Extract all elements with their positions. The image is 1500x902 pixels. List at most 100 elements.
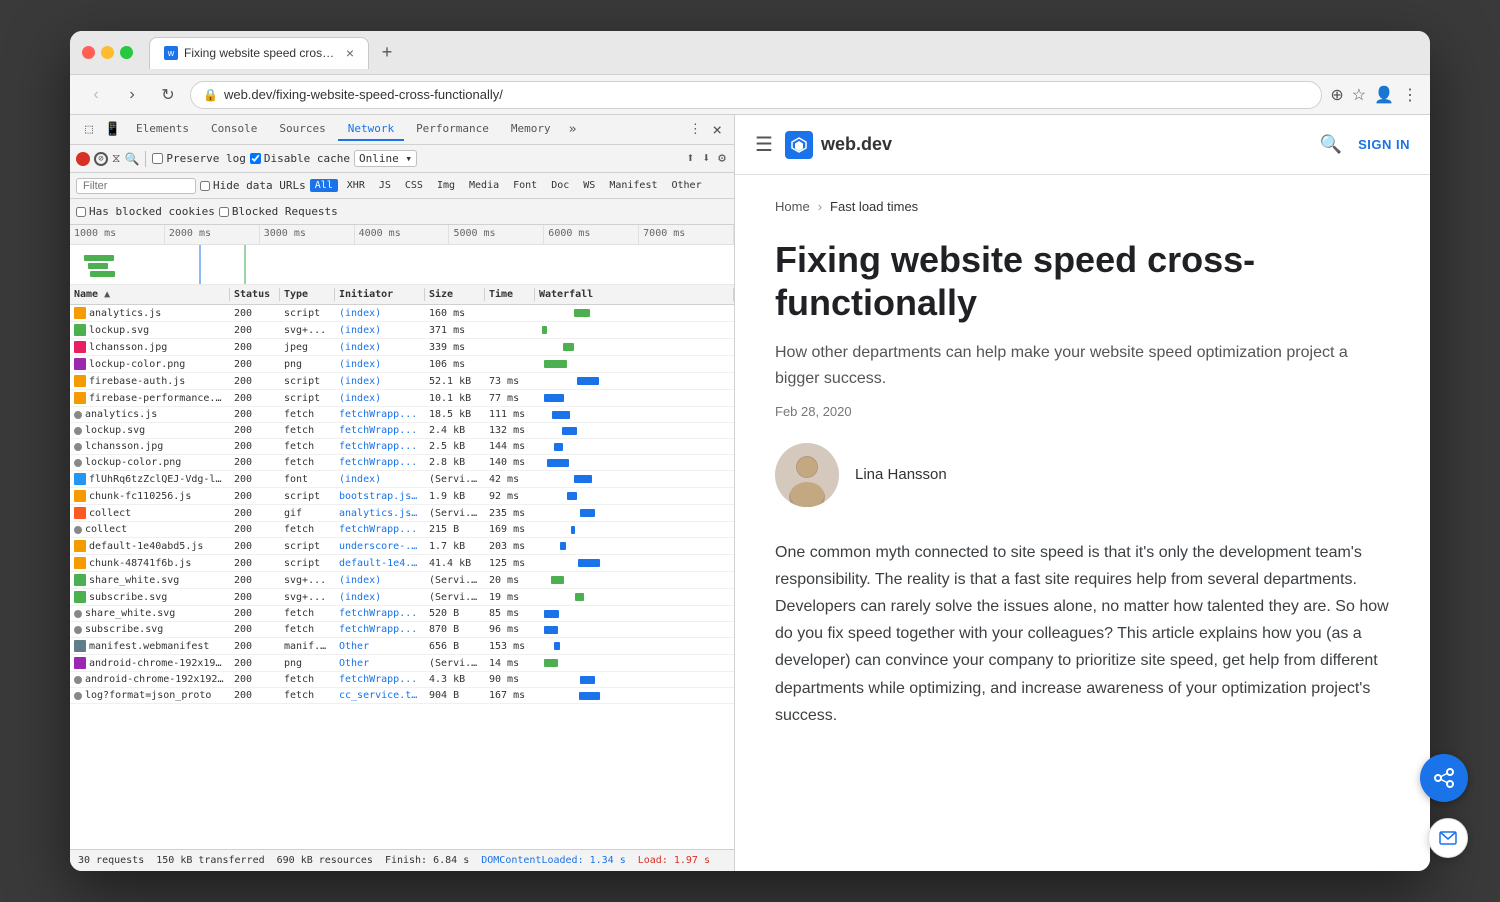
table-row[interactable]: android-chrome-192x192... 200 fetch fetc… [70,672,734,688]
back-button[interactable]: ‹ [82,81,110,109]
menu-icon[interactable]: ⋮ [1402,85,1418,105]
table-row[interactable]: chunk-48741f6b.js 200 script default-1e4… [70,555,734,572]
table-row[interactable]: subscribe.svg 200 svg+... (index) (Servi… [70,589,734,606]
search-icon[interactable]: 🔍 [1320,134,1342,155]
export-icon[interactable]: ⬇ [700,149,712,168]
cell-initiator: (index) [335,357,425,372]
hide-data-urls-input[interactable] [200,181,210,191]
col-size[interactable]: Size [425,288,485,301]
cell-status: 200 [230,522,280,537]
bookmark-icon[interactable]: ☆ [1352,85,1366,105]
devtools-menu-icon[interactable]: ⋮ [684,119,706,141]
settings-icon[interactable]: ⚙ [716,149,728,168]
cell-size: 904 B [425,688,485,703]
share-fab-button[interactable] [1420,754,1430,802]
sign-in-button[interactable]: SIGN IN [1358,137,1410,152]
filter-ws[interactable]: WS [578,179,600,192]
table-row[interactable]: lockup-color.png 200 png (index) 106 ms [70,356,734,373]
tab-memory[interactable]: Memory [501,118,561,141]
minimize-button[interactable] [101,46,114,59]
table-row[interactable]: collect 200 fetch fetchWrapp... 215 B 16… [70,522,734,538]
disable-cache-checkbox[interactable]: Disable cache [250,152,350,165]
col-time[interactable]: Time [485,288,535,301]
site-logo[interactable]: web.dev [785,131,892,159]
table-row[interactable]: firebase-performance.js 200 script (inde… [70,390,734,407]
col-name[interactable]: Name ▲ [70,288,230,301]
filter-font[interactable]: Font [508,179,542,192]
blocked-cookies-checkbox[interactable]: Has blocked cookies [76,205,215,218]
device-toolbar-icon[interactable]: 📱 [102,119,124,141]
table-row[interactable]: share_white.svg 200 fetch fetchWrapp... … [70,606,734,622]
table-row[interactable]: collect 200 gif analytics.js:36 (Servi..… [70,505,734,522]
table-row[interactable]: lockup.svg 200 fetch fetchWrapp... 2.4 k… [70,423,734,439]
inspect-element-icon[interactable]: ⬚ [78,119,100,141]
search-icon[interactable]: 🔍 [124,152,139,166]
table-row[interactable]: log?format=json_proto 200 fetch cc_servi… [70,688,734,704]
table-row[interactable]: manifest.webmanifest 200 manif... Other … [70,638,734,655]
table-row[interactable]: chunk-fc110256.js 200 script bootstrap.j… [70,488,734,505]
filter-img[interactable]: Img [432,179,460,192]
table-row[interactable]: lockup-color.png 200 fetch fetchWrapp...… [70,455,734,471]
cast-icon[interactable]: ⊕ [1330,85,1343,105]
mail-fab-button[interactable] [1428,818,1430,858]
hamburger-menu-icon[interactable]: ☰ [755,132,773,157]
hide-data-urls-checkbox[interactable]: Hide data URLs [200,179,306,192]
table-row[interactable]: lchansson.jpg 200 fetch fetchWrapp... 2.… [70,439,734,455]
filter-input[interactable] [76,178,196,194]
tab-console[interactable]: Console [201,118,267,141]
filter-css[interactable]: CSS [400,179,428,192]
table-row[interactable]: android-chrome-192x192... 200 png Other … [70,655,734,672]
profile-icon[interactable]: 👤 [1374,85,1394,105]
cell-type: script [280,556,335,571]
table-row[interactable]: lockup.svg 200 svg+... (index) 371 ms [70,322,734,339]
table-row[interactable]: firebase-auth.js 200 script (index) 52.1… [70,373,734,390]
record-button[interactable] [76,152,90,166]
filter-icon[interactable]: ⧖ [112,151,120,166]
filter-doc[interactable]: Doc [546,179,574,192]
nav-right-buttons: ⊕ ☆ 👤 ⋮ [1330,85,1418,105]
preserve-log-input[interactable] [152,153,163,164]
table-row[interactable]: share_white.svg 200 svg+... (index) (Ser… [70,572,734,589]
clear-button[interactable]: ⊘ [94,152,108,166]
new-tab-button[interactable]: + [373,39,401,67]
tab-elements[interactable]: Elements [126,118,199,141]
more-tabs-button[interactable]: » [563,118,583,141]
throttling-dropdown[interactable]: Online ▾ [354,150,417,167]
filter-other[interactable]: Other [667,179,707,192]
blocked-requests-checkbox[interactable]: Blocked Requests [219,205,338,218]
table-row[interactable]: analytics.js 200 script (index) 160 ms [70,305,734,322]
table-row[interactable]: lchansson.jpg 200 jpeg (index) 339 ms [70,339,734,356]
refresh-button[interactable]: ↻ [154,81,182,109]
col-waterfall[interactable]: Waterfall [535,288,734,301]
table-row[interactable]: flUhRq6tzZclQEJ-Vdg-lui... 200 font (ind… [70,471,734,488]
forward-button[interactable]: › [118,81,146,109]
filter-media[interactable]: Media [464,179,504,192]
cell-status: 200 [230,639,280,654]
tab-performance[interactable]: Performance [406,118,499,141]
table-row[interactable]: analytics.js 200 fetch fetchWrapp... 18.… [70,407,734,423]
tab-close-button[interactable]: × [346,46,354,60]
filter-manifest[interactable]: Manifest [604,179,662,192]
breadcrumb-home[interactable]: Home [775,199,810,214]
address-bar[interactable]: 🔒 web.dev/fixing-website-speed-cross-fun… [190,81,1322,109]
preserve-log-checkbox[interactable]: Preserve log [152,152,245,165]
table-row[interactable]: subscribe.svg 200 fetch fetchWrapp... 87… [70,622,734,638]
filter-js[interactable]: JS [374,179,396,192]
tab-sources[interactable]: Sources [269,118,335,141]
active-tab[interactable]: w Fixing website speed cross-fu... × [149,37,369,69]
close-button[interactable] [82,46,95,59]
maximize-button[interactable] [120,46,133,59]
filter-xhr[interactable]: XHR [342,179,370,192]
import-icon[interactable]: ⬆ [685,149,697,168]
cell-status: 200 [230,323,280,338]
table-row[interactable]: default-1e40abd5.js 200 script underscor… [70,538,734,555]
network-filter-row: Hide data URLs All XHR JS CSS Img Media … [70,173,734,199]
cell-type: svg+... [280,573,335,588]
disable-cache-input[interactable] [250,153,261,164]
col-initiator[interactable]: Initiator [335,288,425,301]
filter-all[interactable]: All [310,179,338,192]
col-status[interactable]: Status [230,288,280,301]
col-type[interactable]: Type [280,288,335,301]
tab-network[interactable]: Network [338,118,404,141]
devtools-close-button[interactable]: × [708,116,726,143]
